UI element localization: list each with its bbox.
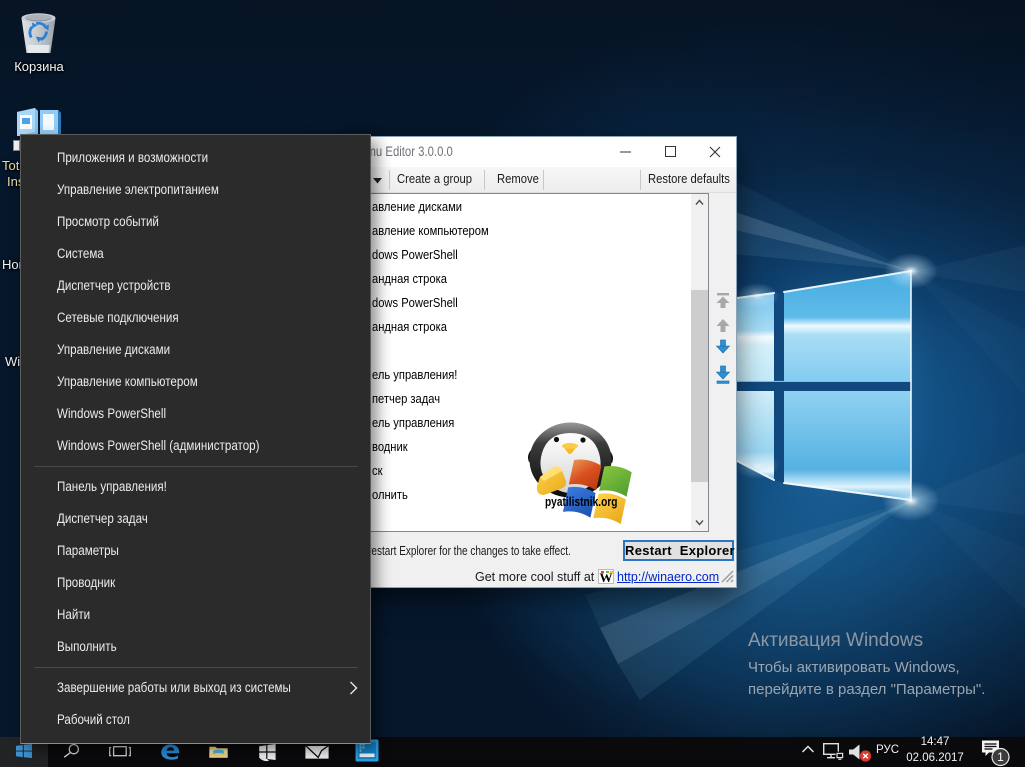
svg-text:1: 1 — [997, 750, 1004, 764]
svg-text:pyatilistnik.org: pyatilistnik.org — [545, 495, 618, 509]
